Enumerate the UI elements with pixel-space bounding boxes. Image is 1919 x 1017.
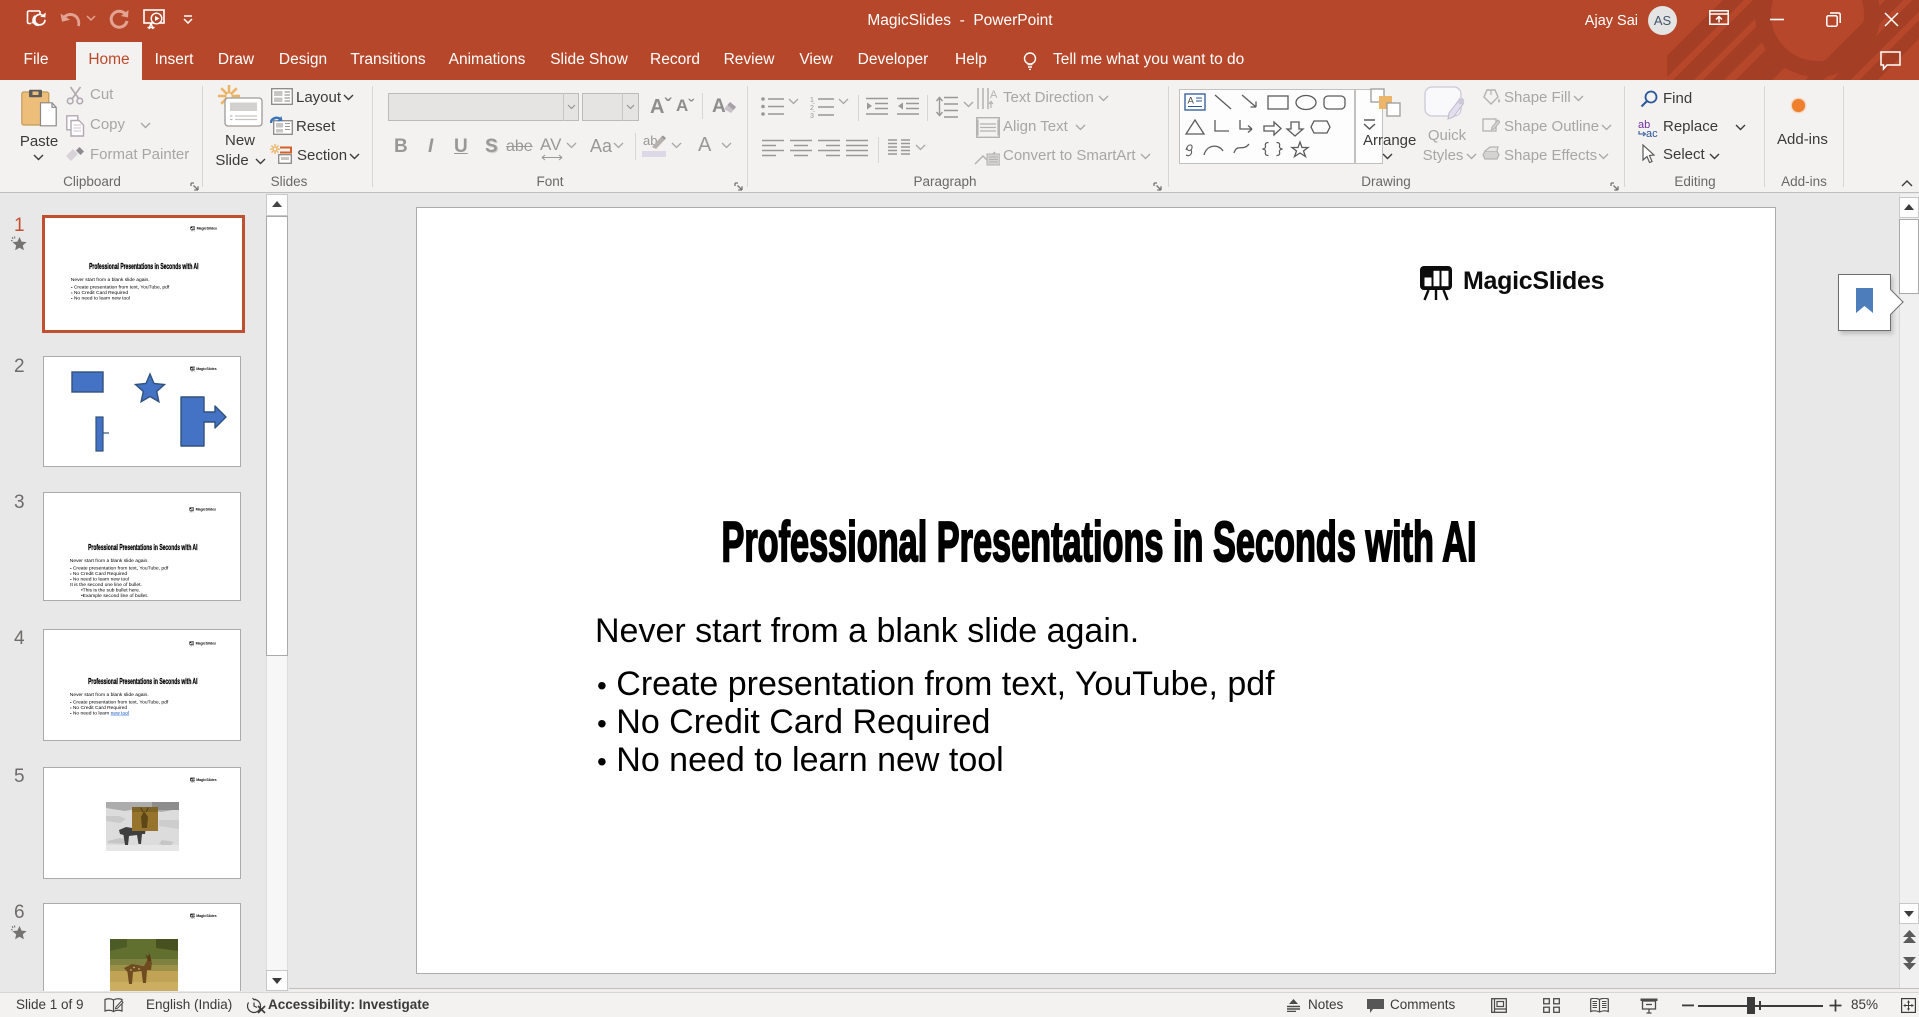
svg-text:MagicSlides: MagicSlides <box>196 914 216 918</box>
svg-text:3: 3 <box>810 113 814 118</box>
svg-text:ac: ac <box>1646 128 1658 138</box>
svg-text:1: 1 <box>810 97 814 104</box>
svg-text:MagicSlides: MagicSlides <box>196 367 216 371</box>
svg-text:A: A <box>990 89 998 101</box>
svg-text:A: A <box>1188 96 1195 107</box>
svg-text:MagicSlides: MagicSlides <box>196 778 216 782</box>
svg-text:2: 2 <box>810 105 814 112</box>
